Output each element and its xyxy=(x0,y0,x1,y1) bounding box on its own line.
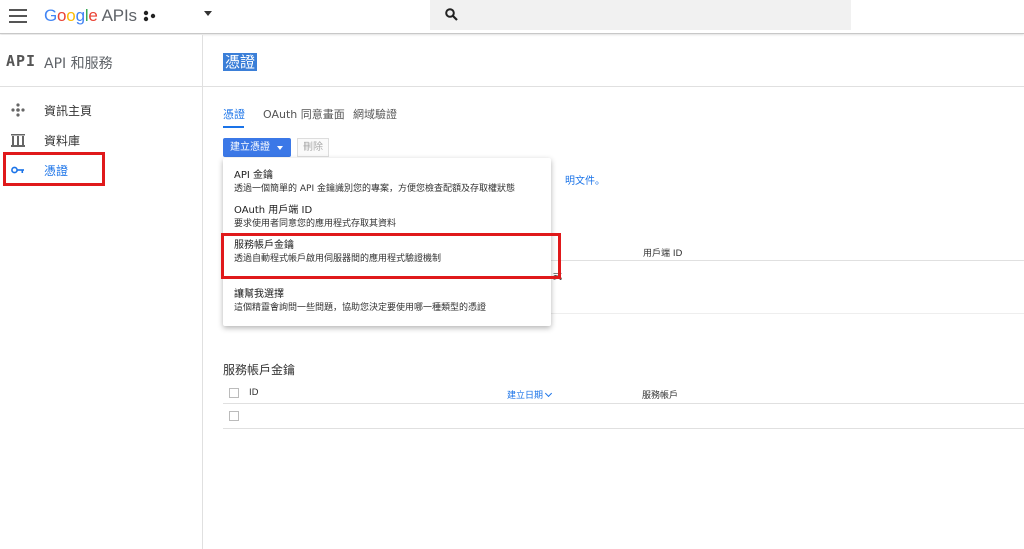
search-icon xyxy=(445,8,458,21)
google-apis-logo[interactable]: Google APIs xyxy=(44,6,137,26)
menu-item-title: 讓幫我選擇 xyxy=(234,289,284,300)
project-dropdown-caret-icon[interactable] xyxy=(204,11,212,16)
column-header-label: 建立日期 xyxy=(507,391,544,401)
sidebar-header: API API 和服務 xyxy=(0,35,202,87)
project-icon[interactable] xyxy=(143,10,157,22)
tab-domain-verification[interactable]: 網域驗證 xyxy=(353,106,397,122)
table-row xyxy=(223,405,1024,429)
create-credentials-button[interactable]: 建立憑證 xyxy=(223,138,291,157)
sidebar-item-library[interactable]: 資料庫 xyxy=(0,125,202,155)
create-credentials-label: 建立憑證 xyxy=(230,142,270,153)
menu-item-description: 要求使用者同意您的應用程式存取其資料 xyxy=(234,219,397,229)
highlight-box-menu-item xyxy=(221,233,561,279)
api-logo: API xyxy=(6,52,37,70)
top-app-bar: Google APIs xyxy=(0,0,1024,34)
menu-item-title: OAuth 用戶端 ID xyxy=(234,205,313,216)
sidebar-item-dashboard[interactable]: 資訊主頁 xyxy=(0,95,202,125)
sidebar-title: API 和服務 xyxy=(44,56,113,72)
page-header: 憑證 xyxy=(203,35,1024,87)
search-input[interactable] xyxy=(430,0,851,30)
tab-credentials[interactable]: 憑證 xyxy=(223,106,245,122)
column-header-created-date[interactable]: 建立日期 xyxy=(507,388,553,401)
menu-item-title: API 金鑰 xyxy=(234,170,273,181)
column-header-id: ID xyxy=(249,388,259,398)
column-header-service-account: 服務帳戶 xyxy=(642,391,679,401)
menu-item-api-key[interactable]: API 金鑰 透過一個簡單的 API 金鑰識別您的專案，方便您檢查配額及存取權狀… xyxy=(234,169,544,196)
documentation-link[interactable]: 明文件。 xyxy=(565,172,605,187)
sidebar-item-label: 資料庫 xyxy=(44,134,81,148)
highlight-box-sidebar xyxy=(3,152,105,186)
active-tab-indicator xyxy=(223,126,244,128)
chevron-down-icon xyxy=(277,146,283,150)
row-checkbox[interactable] xyxy=(229,411,239,421)
menu-item-oauth-client-id[interactable]: OAuth 用戶端 ID 要求使用者同意您的應用程式存取其資料 xyxy=(234,204,544,231)
library-icon xyxy=(11,134,25,147)
page-title: 憑證 xyxy=(223,53,258,71)
sort-chevron-icon xyxy=(544,389,553,398)
tab-oauth-consent[interactable]: OAuth 同意畫面 xyxy=(263,106,345,122)
sidebar-item-label: 資訊主頁 xyxy=(44,104,93,118)
table-header: ID 建立日期 服務帳戶 xyxy=(223,384,1024,404)
select-all-checkbox[interactable] xyxy=(229,388,239,398)
menu-item-description: 這個精靈會詢問一些問題，協助您決定要使用哪一種類型的憑證 xyxy=(234,303,487,313)
delete-button[interactable]: 刪除 xyxy=(297,138,329,157)
menu-item-description: 透過一個簡單的 API 金鑰識別您的專案，方便您檢查配額及存取權狀態 xyxy=(234,184,515,194)
column-header-client-id: 用戶端 ID xyxy=(643,249,683,259)
menu-item-help-me-choose[interactable]: 讓幫我選擇 這個精靈會詢問一些問題，協助您決定要使用哪一種類型的憑證 xyxy=(234,288,544,315)
dashboard-icon xyxy=(11,103,25,117)
service-account-keys-title: 服務帳戶金鑰 xyxy=(223,363,296,377)
hamburger-menu-icon[interactable] xyxy=(9,9,27,23)
